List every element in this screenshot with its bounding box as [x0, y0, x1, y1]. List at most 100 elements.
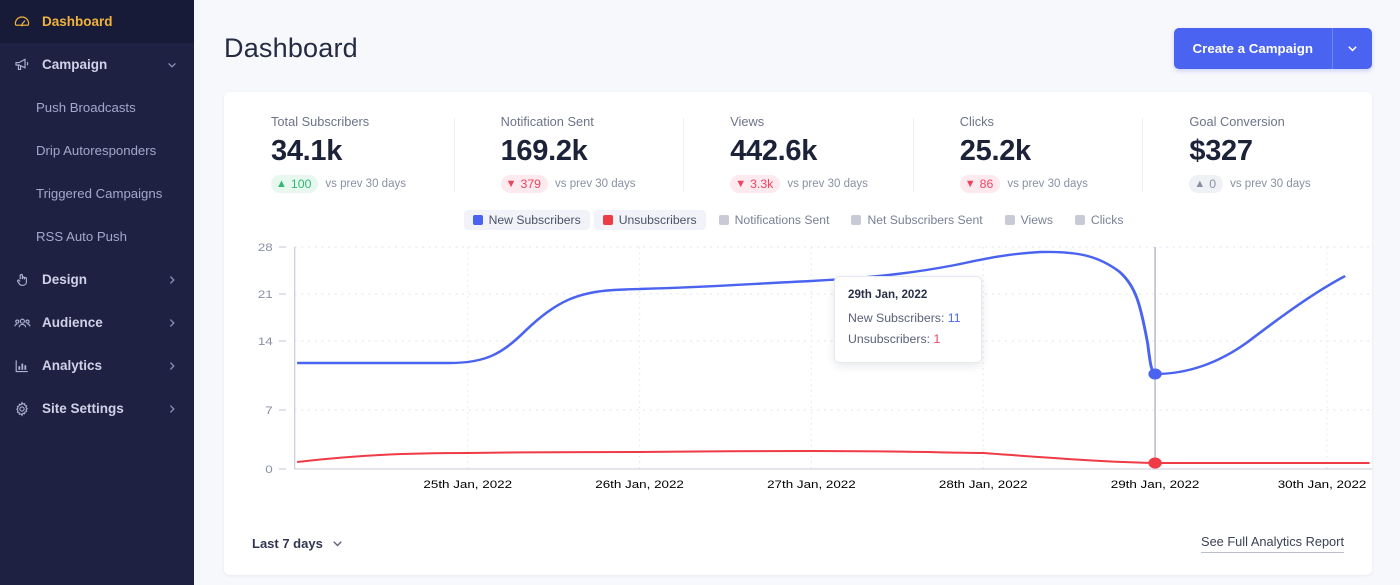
sidebar-item-site-settings[interactable]: Site Settings — [0, 387, 194, 430]
x-tick-label: 27th Jan, 2022 — [767, 478, 856, 491]
app-root: Dashboard Campaign Push Broadcasts Drip … — [0, 0, 1400, 585]
create-campaign-button[interactable]: Create a Campaign — [1173, 27, 1372, 69]
delta-value: 379 — [520, 177, 542, 192]
legend-swatch — [602, 215, 613, 225]
subscribers-line-chart[interactable]: 28 21 14 7 0 25th Jan, 2022 26th Jan, 20… — [224, 234, 1372, 499]
sidebar-item-triggered-campaigns[interactable]: Triggered Campaigns — [0, 172, 194, 215]
delta-note: vs prev 30 days — [555, 178, 636, 191]
sidebar-item-label: Dashboard — [42, 14, 113, 29]
tooltip-label: New Subscribers: — [848, 311, 945, 325]
stat-delta: ▼ 86 vs prev 30 days — [959, 175, 1143, 194]
legend-item-views[interactable]: Views — [996, 210, 1062, 230]
bar-chart-icon — [14, 358, 34, 374]
delta-value: 0 — [1209, 177, 1217, 192]
legend-swatch — [1074, 215, 1085, 225]
people-icon — [14, 315, 34, 331]
hand-pointer-icon — [14, 272, 34, 288]
x-tick-label: 26th Jan, 2022 — [595, 478, 684, 491]
stat-total-subscribers: Total Subscribers 34.1k ▲ 100 vs prev 30… — [224, 114, 454, 208]
sidebar-item-drip-autoresponders[interactable]: Drip Autoresponders — [0, 129, 194, 172]
arrow-down-icon: ▼ — [964, 177, 976, 190]
series-line-unsubscribers — [296, 449, 1370, 465]
delta-value: 3.3k — [750, 177, 774, 192]
stat-notification-sent: Notification Sent 169.2k ▼ 379 vs prev 3… — [453, 114, 684, 208]
legend-item-notifications-sent[interactable]: Notifications Sent — [710, 210, 839, 230]
sidebar-item-campaign[interactable]: Campaign — [0, 43, 194, 86]
y-tick-label: 14 — [258, 335, 273, 348]
sidebar-item-design[interactable]: Design — [0, 258, 194, 301]
main-content: Dashboard Create a Campaign Total Subscr… — [194, 0, 1400, 585]
sidebar-item-label: Design — [42, 272, 88, 287]
sidebar: Dashboard Campaign Push Broadcasts Drip … — [0, 0, 194, 585]
legend-label: Views — [1020, 213, 1053, 227]
tooltip-date: 29th Jan, 2022 — [848, 288, 928, 301]
sidebar-item-rss-auto-push[interactable]: RSS Auto Push — [0, 215, 194, 258]
sidebar-item-dashboard[interactable]: Dashboard — [0, 0, 194, 43]
stat-clicks: Clicks 25.2k ▼ 86 vs prev 30 days — [912, 114, 1143, 208]
gauge-icon — [14, 14, 34, 30]
chart-area: 28 21 14 7 0 25th Jan, 2022 26th Jan, 20… — [224, 234, 1372, 499]
delta-note: vs prev 30 days — [1007, 178, 1088, 191]
legend-item-clicks[interactable]: Clicks — [1066, 210, 1133, 230]
stat-delta: ▲ 0 vs prev 30 days — [1189, 175, 1372, 194]
sidebar-item-audience[interactable]: Audience — [0, 301, 194, 344]
delta-value: 100 — [290, 177, 312, 192]
delta-badge: ▲ 100 — [271, 175, 319, 194]
x-tick-label: 30th Jan, 2022 — [1278, 478, 1367, 491]
x-tick-label: 25th Jan, 2022 — [423, 478, 512, 491]
page-header: Dashboard Create a Campaign — [224, 0, 1372, 92]
tooltip-row-new-subscribers: New Subscribers: 11 — [848, 308, 968, 329]
delta-badge: ▼ 379 — [500, 175, 549, 194]
stat-value: 169.2k — [500, 135, 588, 167]
data-point-unsubscribers[interactable] — [1148, 457, 1162, 469]
sidebar-subitem-label: Triggered Campaigns — [36, 186, 163, 201]
legend-swatch — [472, 215, 483, 225]
stat-views: Views 442.6k ▼ 3.3k vs prev 30 days — [683, 114, 913, 208]
legend-swatch — [1004, 215, 1015, 225]
chevron-down-icon — [166, 59, 178, 71]
sidebar-subitem-label: Push Broadcasts — [36, 100, 136, 115]
page-title: Dashboard — [224, 32, 358, 63]
legend-item-net-subscribers-sent[interactable]: Net Subscribers Sent — [842, 210, 991, 230]
chart-legend: New Subscribers Unsubscribers Notificati… — [224, 210, 1372, 230]
sidebar-item-label: Audience — [42, 315, 103, 330]
data-point-new-subscribers[interactable] — [1148, 368, 1162, 380]
sidebar-item-analytics[interactable]: Analytics — [0, 344, 194, 387]
legend-item-new-subscribers[interactable]: New Subscribers — [463, 210, 590, 230]
tooltip-row-unsubscribers: Unsubscribers: 1 — [848, 329, 968, 350]
arrow-up-icon: ▲ — [1194, 177, 1206, 190]
legend-label: Notifications Sent — [734, 213, 830, 227]
chevron-right-icon — [166, 317, 178, 329]
legend-swatch — [851, 215, 862, 225]
stat-value: 34.1k — [271, 135, 343, 167]
tooltip-value: 11 — [947, 311, 961, 325]
chart-tooltip: 29th Jan, 2022 New Subscribers: 11 Unsub… — [834, 276, 982, 363]
delta-badge: ▲ 0 — [1189, 175, 1224, 194]
y-tick-label: 28 — [258, 241, 273, 254]
dashboard-card: Total Subscribers 34.1k ▲ 100 vs prev 30… — [224, 92, 1372, 575]
stat-label: Clicks — [959, 114, 994, 129]
arrow-down-icon: ▼ — [735, 177, 747, 190]
y-tick-label: 0 — [265, 463, 273, 476]
create-campaign-label: Create a Campaign — [1192, 40, 1313, 56]
stat-value: $327 — [1189, 135, 1253, 167]
date-range-label: Last 7 days — [252, 536, 323, 551]
chevron-down-icon — [331, 537, 344, 550]
stat-label: Views — [730, 114, 765, 129]
stat-goal-conversion: Goal Conversion $327 ▲ 0 vs prev 30 days — [1142, 114, 1372, 208]
see-full-analytics-report-link[interactable]: See Full Analytics Report — [1201, 534, 1344, 553]
delta-note: vs prev 30 days — [325, 178, 406, 191]
legend-label: Clicks — [1090, 213, 1124, 227]
stat-label: Goal Conversion — [1189, 114, 1285, 129]
stat-value: 25.2k — [959, 135, 1031, 167]
legend-item-unsubscribers[interactable]: Unsubscribers — [593, 210, 706, 230]
stat-label: Notification Sent — [500, 114, 594, 129]
sidebar-item-push-broadcasts[interactable]: Push Broadcasts — [0, 86, 194, 129]
card-footer: Last 7 days See Full Analytics Report — [224, 534, 1372, 553]
date-range-selector[interactable]: Last 7 days — [252, 536, 344, 551]
tooltip-label: Unsubscribers: — [848, 332, 931, 346]
sidebar-subitem-label: RSS Auto Push — [36, 229, 127, 244]
delta-badge: ▼ 86 — [959, 175, 1001, 194]
stat-delta: ▼ 3.3k vs prev 30 days — [730, 175, 913, 194]
chevron-down-icon[interactable] — [1332, 27, 1372, 69]
